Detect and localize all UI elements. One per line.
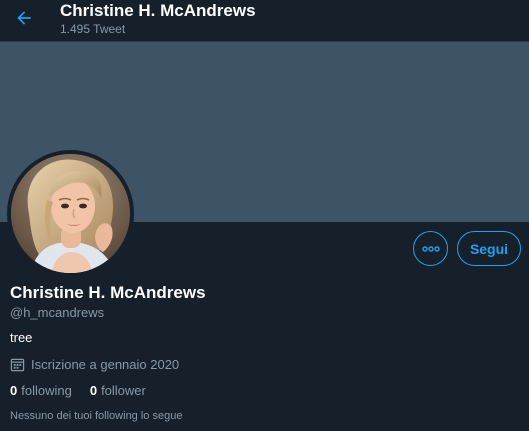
followers-link[interactable]: 0 follower <box>90 383 146 398</box>
following-count: 0 <box>10 383 18 398</box>
following-label: following <box>21 383 72 398</box>
profile-bio: tree <box>10 330 33 345</box>
profile-page: Christine H. McAndrews 1.495 Tweet Segui… <box>0 0 529 431</box>
follow-stats: 0 following 0 follower <box>10 383 146 398</box>
following-link[interactable]: 0 following <box>10 383 72 398</box>
follower-label: follower <box>101 383 146 398</box>
profile-name: Christine H. McAndrews <box>10 283 206 302</box>
follow-button[interactable]: Segui <box>457 231 521 266</box>
tweet-count: 1.495 Tweet <box>60 22 126 36</box>
arrow-left-icon <box>17 11 31 25</box>
calendar-icon <box>10 358 25 371</box>
more-horizontal-icon <box>421 245 440 252</box>
follower-count: 0 <box>89 383 98 398</box>
header-title: Christine H. McAndrews <box>60 1 256 20</box>
profile-handle: @h_mcandrews <box>10 305 105 320</box>
back-button[interactable] <box>12 6 36 30</box>
join-date-text: Iscrizione a gennaio 2020 <box>31 356 180 372</box>
join-date: Iscrizione a gennaio 2020 <box>10 355 179 373</box>
avatar[interactable] <box>7 150 134 277</box>
avatar-portrait <box>11 154 130 273</box>
top-header: Christine H. McAndrews 1.495 Tweet <box>0 0 529 42</box>
more-options-button[interactable] <box>413 231 448 266</box>
followed-by-note: Nessuno dei tuoi following lo segue <box>10 410 183 422</box>
